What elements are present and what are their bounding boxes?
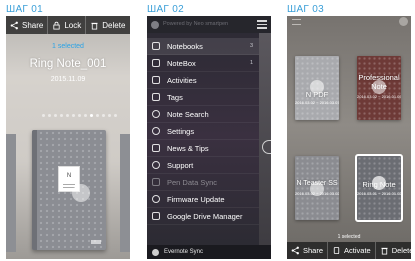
notebook-tile-n-teaster[interactable]: N Teaster SS 2016.03.02 ~ 2016.03.02	[295, 156, 339, 220]
hamburger-icon[interactable]	[257, 20, 267, 29]
lock-icon	[53, 21, 60, 30]
note-title: Ring Note_001	[29, 58, 107, 70]
menu-item-label: Settings	[167, 126, 195, 136]
notebook-tile-ring-note[interactable]: Ring Note 2016.03.01 ~ 2016.01.02	[355, 154, 403, 222]
step-label-1: ШАГ 01	[6, 4, 43, 15]
menu-item-label: Support	[167, 160, 194, 170]
share-button[interactable]: Share	[6, 16, 47, 34]
notebooks-icon	[152, 42, 160, 50]
tag-icon	[152, 93, 160, 101]
menu-item-news-tips[interactable]: News & Tips	[147, 140, 259, 157]
menu-item-pen-data-sync[interactable]: Pen Data Sync	[147, 174, 259, 191]
notebook-name: N PDF	[305, 90, 329, 99]
select-circle-icon[interactable]	[310, 182, 324, 196]
edge-circle-icon	[262, 140, 271, 154]
selection-toolbar: Share Lock Delete	[6, 16, 130, 34]
drive-icon	[152, 212, 160, 220]
selection-bottom-bar: Share Activate Delete	[287, 241, 411, 260]
menu-item-label: NoteBox	[167, 58, 196, 68]
menu-item-label: News & Tips	[167, 143, 209, 153]
pen-icon[interactable]	[399, 17, 408, 26]
menu-item-note-search[interactable]: Note Search	[147, 106, 259, 123]
menu-item-support[interactable]: Support	[147, 157, 259, 174]
evernote-sync-label: Evernote Sync	[164, 249, 204, 255]
delete-button[interactable]: Delete	[374, 241, 411, 259]
activate-icon	[333, 246, 340, 255]
notebook-label-text: N	[66, 173, 72, 179]
next-notebook[interactable]	[120, 134, 130, 252]
share-icon	[291, 246, 299, 255]
step-label-3: ШАГ 03	[287, 4, 324, 15]
menu-item-tags[interactable]: Tags	[147, 89, 259, 106]
activities-icon	[152, 76, 160, 84]
menu-item-notebox[interactable]: NoteBox 1	[147, 55, 259, 72]
select-circle-icon[interactable]	[372, 80, 386, 94]
delete-label: Delete	[391, 246, 411, 255]
step-label-2: ШАГ 02	[147, 4, 184, 15]
selected-count: 1 selected	[337, 234, 361, 240]
prev-notebook[interactable]	[6, 134, 16, 252]
notebox-icon	[152, 59, 160, 67]
menu-header: Powered by Neo smartpen	[147, 16, 271, 33]
lock-label: Lock	[64, 20, 82, 30]
lock-button[interactable]: Lock	[47, 16, 85, 34]
check-circle-icon[interactable]	[372, 176, 386, 190]
share-button[interactable]: Share	[287, 242, 327, 260]
delete-button[interactable]: Delete	[85, 16, 129, 34]
menu-item-label: Google Drive Manager	[167, 211, 243, 221]
menu-item-settings[interactable]: Settings	[147, 123, 259, 140]
notebook-date: 2016.03.01 ~ 2016.01.02	[357, 191, 401, 196]
notebook-date: 2016.03.02 ~ 2016.01.05	[357, 94, 401, 99]
brand-logo	[91, 240, 101, 244]
menu-item-label: Tags	[167, 92, 183, 102]
notebook-tile-n-pdf[interactable]: N PDF 2016.03.02 ~ 2016.03.07	[295, 68, 339, 108]
menu-item-count: 3	[249, 43, 253, 49]
content-edge	[259, 16, 271, 259]
menu-item-firmware-update[interactable]: Firmware Update	[147, 191, 259, 208]
grid-header	[287, 16, 411, 28]
evernote-sync-button[interactable]: Evernote Sync	[147, 245, 271, 259]
share-label: Share	[303, 246, 324, 255]
menu-item-google-drive-manager[interactable]: Google Drive Manager	[147, 208, 259, 225]
menu-icon[interactable]	[292, 19, 301, 25]
share-icon	[10, 21, 18, 29]
menu-item-label: Note Search	[167, 109, 209, 119]
menu-item-count: 1	[249, 60, 253, 66]
gear-icon	[152, 127, 160, 135]
activate-label: Activate	[344, 246, 371, 255]
note-date: 2015.11.09	[50, 76, 86, 83]
bell-icon	[152, 144, 160, 152]
notebook-date: 2016.03.02 ~ 2016.03.07	[295, 100, 339, 105]
menu-item-activities[interactable]: Activities	[147, 72, 259, 89]
share-label: Share	[22, 20, 44, 30]
activate-button[interactable]: Activate	[327, 241, 375, 259]
trash-icon	[91, 22, 98, 30]
select-circle-icon[interactable]	[72, 184, 90, 202]
refresh-icon	[152, 195, 160, 203]
delete-label: Delete	[102, 20, 126, 30]
evernote-icon	[152, 248, 159, 256]
trash-icon	[381, 247, 388, 255]
neo-logo-icon	[151, 21, 159, 29]
powered-by-text: Powered by Neo smartpen	[163, 21, 229, 27]
menu-item-label: Activities	[167, 75, 197, 85]
notebook-tile-professional-note[interactable]: Professional Note 2016.03.02 ~ 2016.01.0…	[357, 56, 401, 120]
support-icon	[152, 161, 160, 169]
screen-notebook-grid: Professional Note 2016.03.02 ~ 2016.01.0…	[287, 16, 411, 259]
menu-item-notebooks[interactable]: Notebooks 3	[147, 38, 259, 55]
menu-item-label: Notebooks	[167, 41, 203, 51]
screen-navigation-menu: Powered by Neo smartpen Notebooks 3 Note…	[147, 16, 271, 259]
search-icon	[152, 110, 160, 118]
notebook-cover[interactable]: N	[32, 130, 106, 250]
page-indicator	[42, 114, 117, 117]
menu-item-label: Firmware Update	[167, 194, 225, 204]
menu-item-label: Pen Data Sync	[167, 177, 218, 187]
selected-count: 1 selected	[52, 43, 84, 50]
screen-notebook-detail: Share Lock Delete 1 selected Ring Note_0…	[6, 16, 130, 259]
download-icon	[152, 178, 160, 186]
